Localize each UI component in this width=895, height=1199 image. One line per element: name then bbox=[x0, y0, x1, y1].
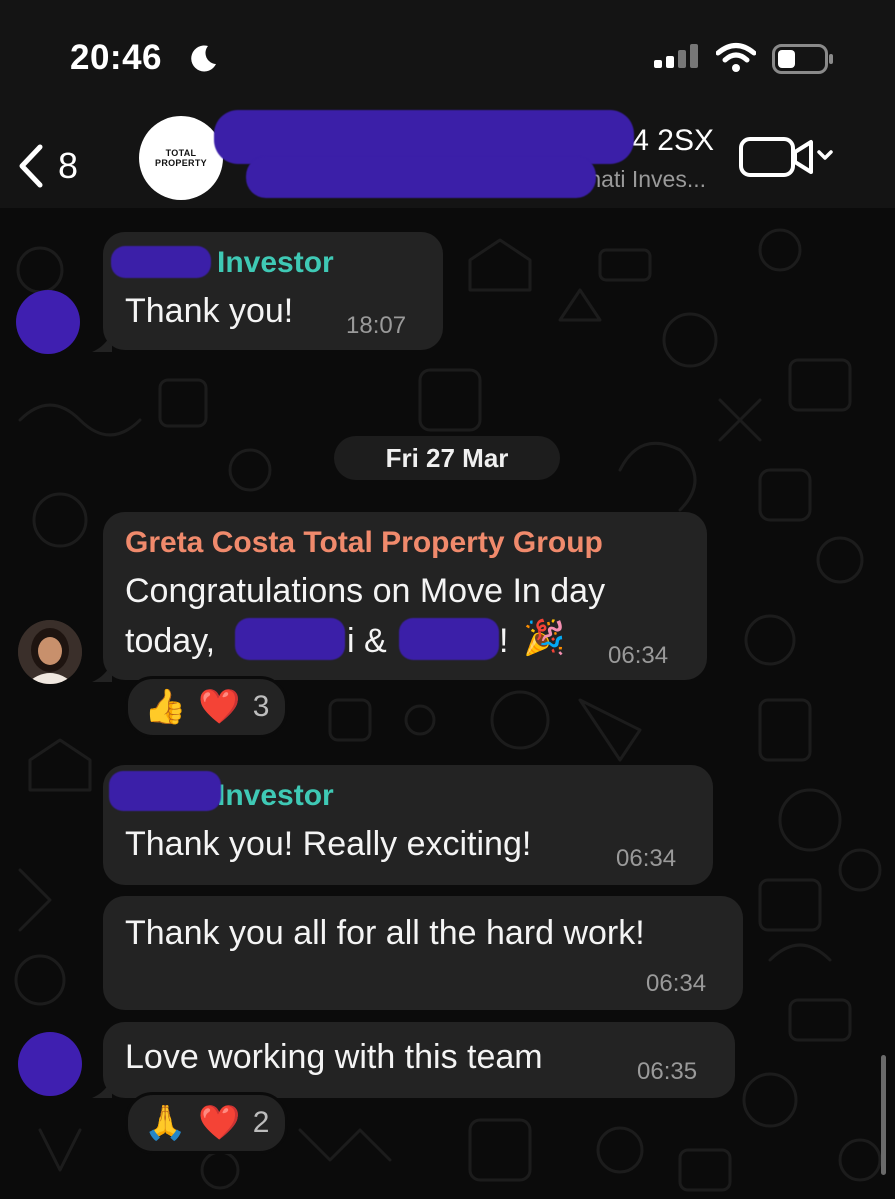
message-text: Thank you! bbox=[125, 292, 294, 330]
redaction-mark bbox=[399, 618, 499, 660]
heart-icon: ❤️ bbox=[198, 1104, 241, 1142]
redaction-mark bbox=[246, 156, 596, 198]
message-text-line2b: i & bbox=[347, 622, 387, 660]
chevron-left-icon bbox=[19, 144, 43, 188]
message-text-line2c: ! bbox=[499, 622, 509, 660]
back-button[interactable]: 8 bbox=[18, 138, 108, 194]
status-bar: 20:46 bbox=[0, 0, 895, 110]
reactions-pill[interactable]: 🙏 ❤️ 2 bbox=[125, 1092, 289, 1154]
party-popper-icon: 🎉 bbox=[523, 619, 566, 657]
sender-name: Investor bbox=[217, 246, 334, 279]
reaction-count: 2 bbox=[252, 1106, 270, 1139]
folded-hands-icon: 🙏 bbox=[144, 1104, 187, 1142]
moon-icon bbox=[191, 45, 216, 72]
sender-name: Greta Costa Total Property Group bbox=[125, 526, 603, 559]
cellular-signal-icon bbox=[654, 44, 698, 68]
sender-name: Investor bbox=[217, 779, 334, 812]
message-time: 06:35 bbox=[637, 1058, 698, 1085]
message-time: 06:34 bbox=[646, 970, 707, 997]
message-bubble[interactable]: Investor Thank you! 18:07 bbox=[103, 232, 443, 350]
date-divider: Fri 27 Mar bbox=[334, 436, 560, 480]
redaction-mark bbox=[109, 771, 221, 811]
redaction-mark bbox=[235, 618, 345, 660]
message-bubble[interactable]: Thank you all for all the hard work! 06:… bbox=[103, 896, 743, 1010]
reactions-pill[interactable]: 👍 ❤️ 3 bbox=[125, 676, 289, 738]
status-time: 20:46 bbox=[70, 38, 163, 77]
sender-avatar[interactable] bbox=[18, 620, 82, 684]
message-time: 06:34 bbox=[616, 845, 677, 872]
message-text: Love working with this team bbox=[125, 1038, 543, 1076]
redaction-mark bbox=[111, 246, 211, 278]
message-bubble[interactable]: Investor Thank you! Really exciting! 06:… bbox=[103, 765, 713, 885]
message-text-line2a: today, bbox=[125, 622, 216, 660]
heart-icon: ❤️ bbox=[198, 688, 241, 726]
thumbs-up-icon: 👍 bbox=[144, 688, 187, 726]
message-text: Thank you all for all the hard work! bbox=[125, 914, 645, 952]
profile-photo bbox=[18, 620, 82, 684]
group-avatar-logo-line1: TOTAL bbox=[165, 148, 197, 158]
wifi-icon bbox=[716, 43, 756, 72]
unread-count: 8 bbox=[58, 145, 79, 186]
message-bubble[interactable]: Love working with this team 06:35 bbox=[103, 1022, 735, 1098]
reaction-count: 3 bbox=[252, 690, 270, 723]
message-text: Thank you! Really exciting! bbox=[125, 825, 532, 863]
group-avatar[interactable]: TOTAL PROPERTY bbox=[139, 116, 223, 200]
sender-avatar[interactable] bbox=[16, 290, 80, 354]
video-call-button[interactable] bbox=[738, 132, 834, 182]
message-bubble[interactable]: Greta Costa Total Property Group Congrat… bbox=[103, 512, 707, 680]
message-text-line1: Congratulations on Move In day bbox=[125, 572, 606, 610]
message-time: 18:07 bbox=[346, 312, 407, 339]
message-time: 06:34 bbox=[608, 642, 669, 669]
sender-avatar[interactable] bbox=[18, 1032, 82, 1096]
group-avatar-logo-line2: PROPERTY bbox=[155, 158, 207, 168]
battery-icon bbox=[772, 44, 833, 74]
scrollbar[interactable] bbox=[881, 1055, 886, 1175]
chat-header: 8 TOTAL PROPERTY 24 2SX nati Inves... bbox=[0, 110, 895, 208]
